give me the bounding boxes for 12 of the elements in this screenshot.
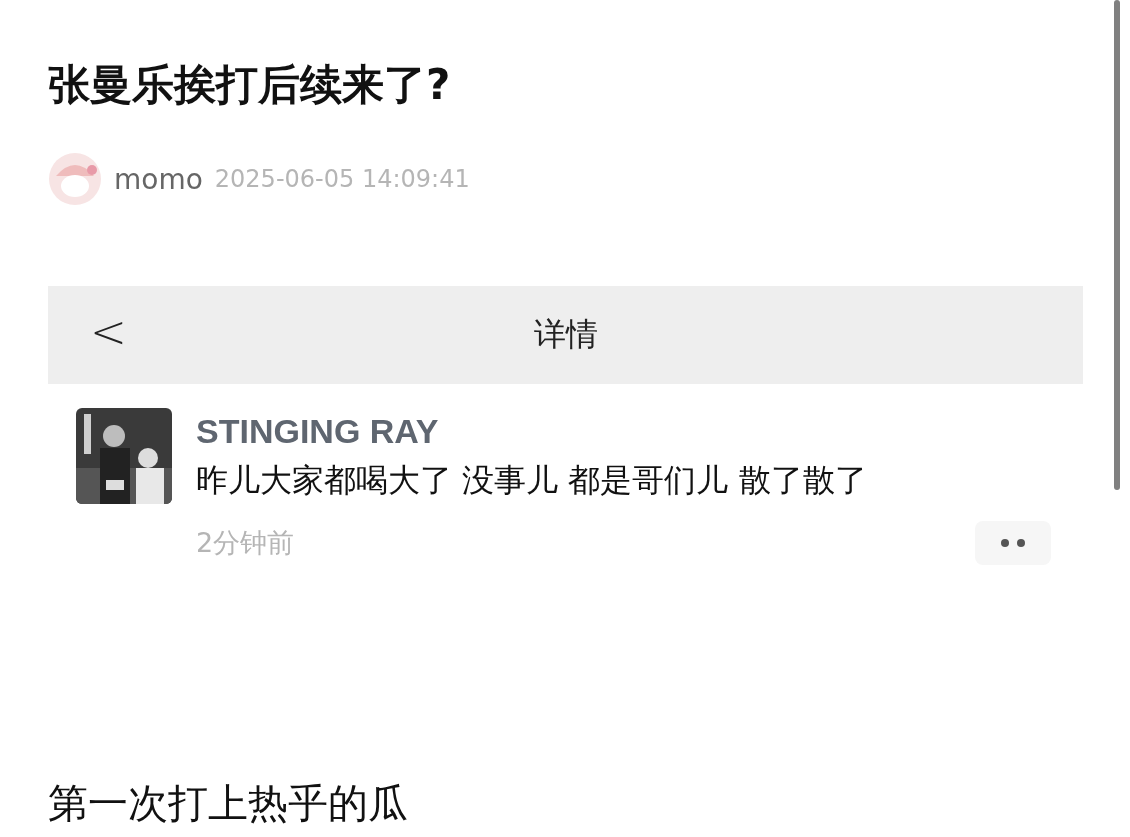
avatar-icon	[48, 152, 102, 207]
author-name[interactable]: momo	[114, 162, 203, 196]
more-icon	[998, 539, 1028, 548]
header-title: 详情	[533, 314, 598, 356]
post-body-text: 第一次打上热乎的瓜	[48, 779, 409, 828]
comment-username[interactable]: STINGING RAY	[196, 412, 1083, 452]
back-button[interactable]: <	[82, 306, 135, 358]
comment-time: 2分钟前	[196, 526, 295, 561]
post-timestamp: 2025-06-05 14:09:41	[214, 165, 470, 194]
comment-text: 昨儿大家都喝大了 没事儿 都是哥们儿 散了散了	[196, 460, 868, 502]
post-title: 张曼乐挨打后续来了?	[48, 60, 452, 111]
more-button[interactable]	[975, 521, 1051, 566]
